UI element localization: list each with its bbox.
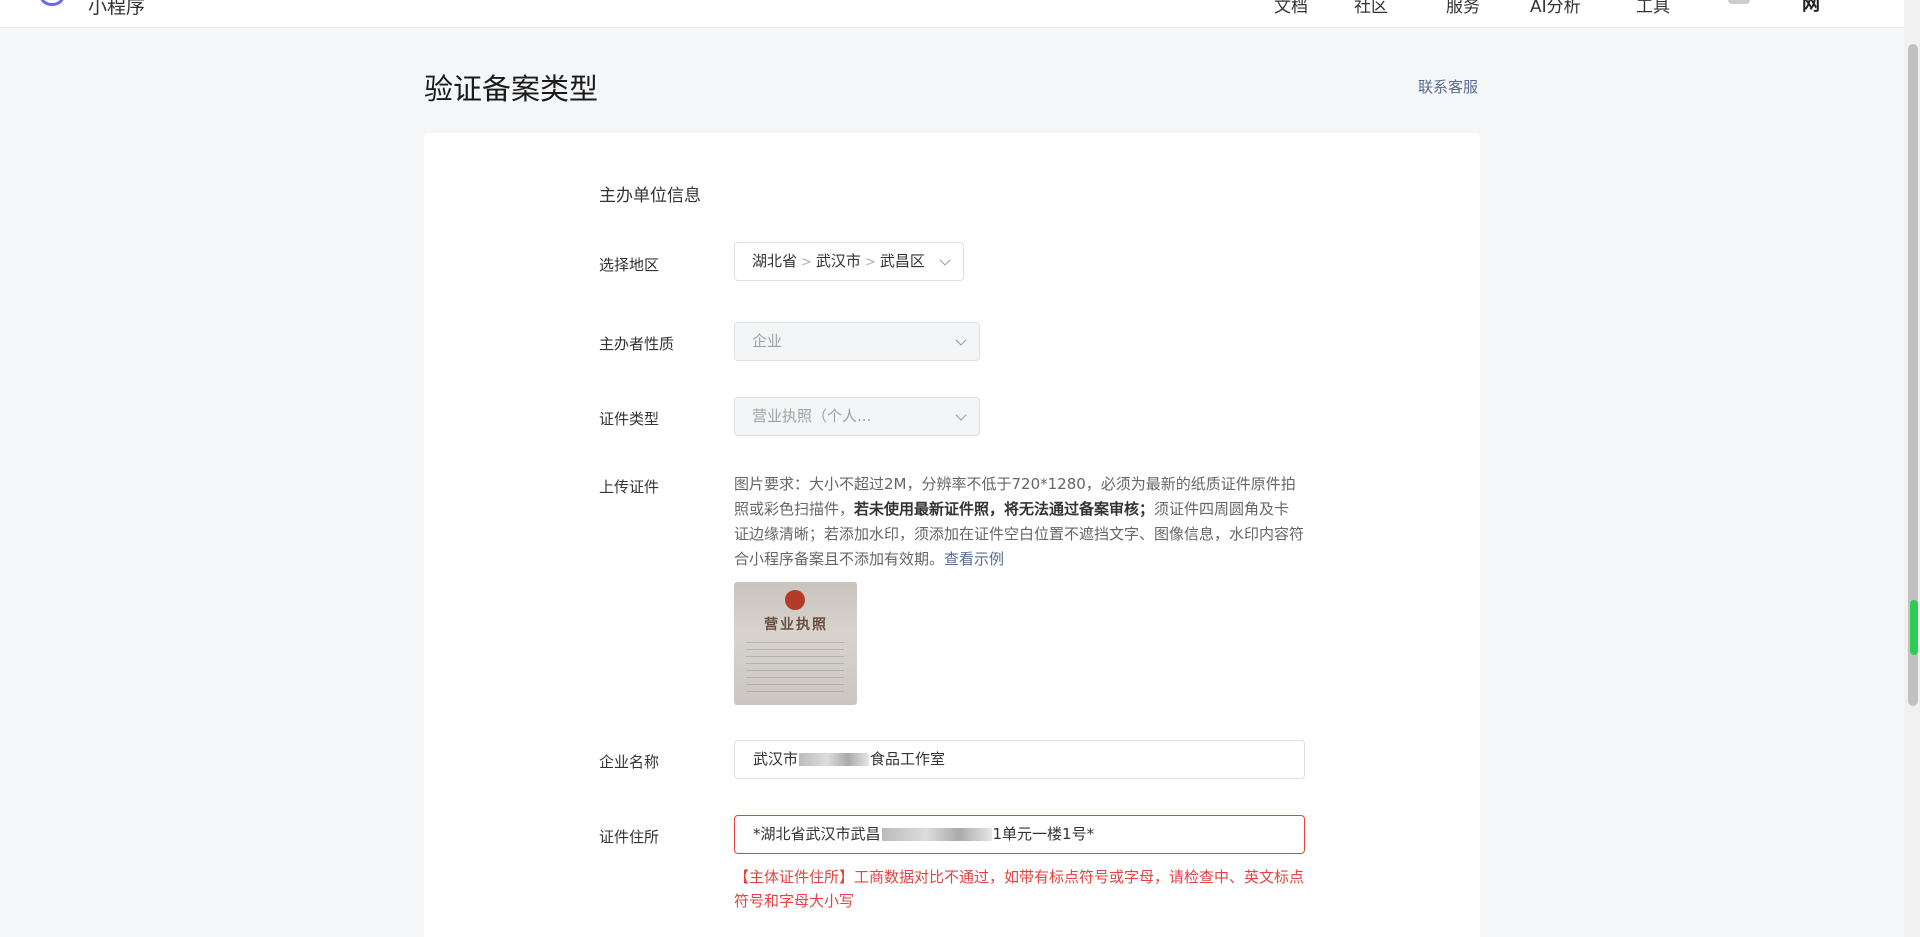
company-name-label: 企业名称 bbox=[599, 753, 660, 771]
chevron-down-icon bbox=[955, 409, 967, 421]
license-text-lines bbox=[746, 642, 844, 692]
license-thumb-title: 营业执照 bbox=[764, 617, 828, 633]
brand-name[interactable]: 小程序 bbox=[88, 0, 145, 19]
top-nav: 小程序 文档 社区 服务 AI分析 工具 网 bbox=[0, 0, 1904, 28]
company-name-input[interactable]: 武汉市 食品工作室 bbox=[734, 740, 1305, 779]
cert-address-prefix: *湖北省武汉市武昌 bbox=[753, 825, 881, 843]
cert-type-label: 证件类型 bbox=[599, 410, 660, 428]
cert-type-select[interactable]: 营业执照（个人... bbox=[734, 397, 980, 436]
chevron-right-icon: > bbox=[801, 255, 812, 270]
upload-label: 上传证件 bbox=[599, 478, 660, 496]
page-scrollbar[interactable] bbox=[1904, 0, 1920, 937]
region-label: 选择地区 bbox=[599, 256, 660, 274]
nav-item-ai-analysis[interactable]: AI分析 bbox=[1530, 0, 1581, 17]
cert-address-label: 证件住所 bbox=[599, 828, 660, 846]
company-name-suffix: 食品工作室 bbox=[870, 750, 946, 768]
contact-support-link[interactable]: 联系客服 bbox=[1418, 76, 1478, 97]
chevron-right-icon: > bbox=[864, 255, 876, 270]
redacted-block bbox=[881, 828, 992, 841]
page-title: 验证备案类型 bbox=[424, 72, 599, 106]
seal-icon bbox=[785, 590, 805, 610]
cert-type-value: 营业执照（个人... bbox=[752, 407, 872, 425]
user-menu[interactable]: 网 bbox=[1802, 0, 1820, 16]
region-cascader[interactable]: 湖北省 > 武汉市 > 武昌区 bbox=[734, 242, 964, 281]
upload-warning-text: 若未使用最新证件照，将无法通过备案审核； bbox=[854, 500, 1155, 518]
region-province: 湖北省 bbox=[752, 252, 798, 270]
nav-item-services[interactable]: 服务 bbox=[1446, 0, 1480, 17]
nav-item-tools[interactable]: 工具 bbox=[1636, 0, 1670, 17]
region-district: 武昌区 bbox=[879, 252, 925, 270]
cert-address-input[interactable]: *湖北省武汉市武昌 1单元一楼1号* bbox=[734, 815, 1305, 854]
floating-indicator bbox=[1910, 600, 1918, 655]
view-example-link[interactable]: 查看示例 bbox=[944, 550, 1004, 568]
region-city: 武汉市 bbox=[815, 252, 861, 270]
cert-address-error: 【主体证件住所】工商数据对比不通过，如带有标点符号或字母，请检查中、英文标点符号… bbox=[734, 868, 1305, 910]
uploaded-license-image[interactable]: 营业执照 bbox=[734, 582, 857, 705]
cert-address-suffix: 1单元一楼1号* bbox=[992, 825, 1095, 843]
redacted-block bbox=[799, 753, 870, 766]
sponsor-type-select[interactable]: 企业 bbox=[734, 322, 980, 361]
chevron-down-icon bbox=[939, 254, 951, 266]
company-name-prefix: 武汉市 bbox=[753, 750, 799, 768]
upload-requirements: 图片要求：大小不超过2M，分辨率不低于720*1280，必须为最新的纸质证件原件… bbox=[734, 472, 1304, 572]
section-title: 主办单位信息 bbox=[599, 186, 701, 206]
miniprogram-logo-icon[interactable] bbox=[40, 0, 64, 6]
chevron-down-icon bbox=[955, 334, 967, 346]
sponsor-type-label: 主办者性质 bbox=[599, 335, 675, 353]
nav-item-docs[interactable]: 文档 bbox=[1274, 0, 1308, 17]
sponsor-type-value: 企业 bbox=[752, 332, 783, 350]
notification-icon[interactable] bbox=[1728, 0, 1750, 4]
nav-item-community[interactable]: 社区 bbox=[1354, 0, 1388, 17]
